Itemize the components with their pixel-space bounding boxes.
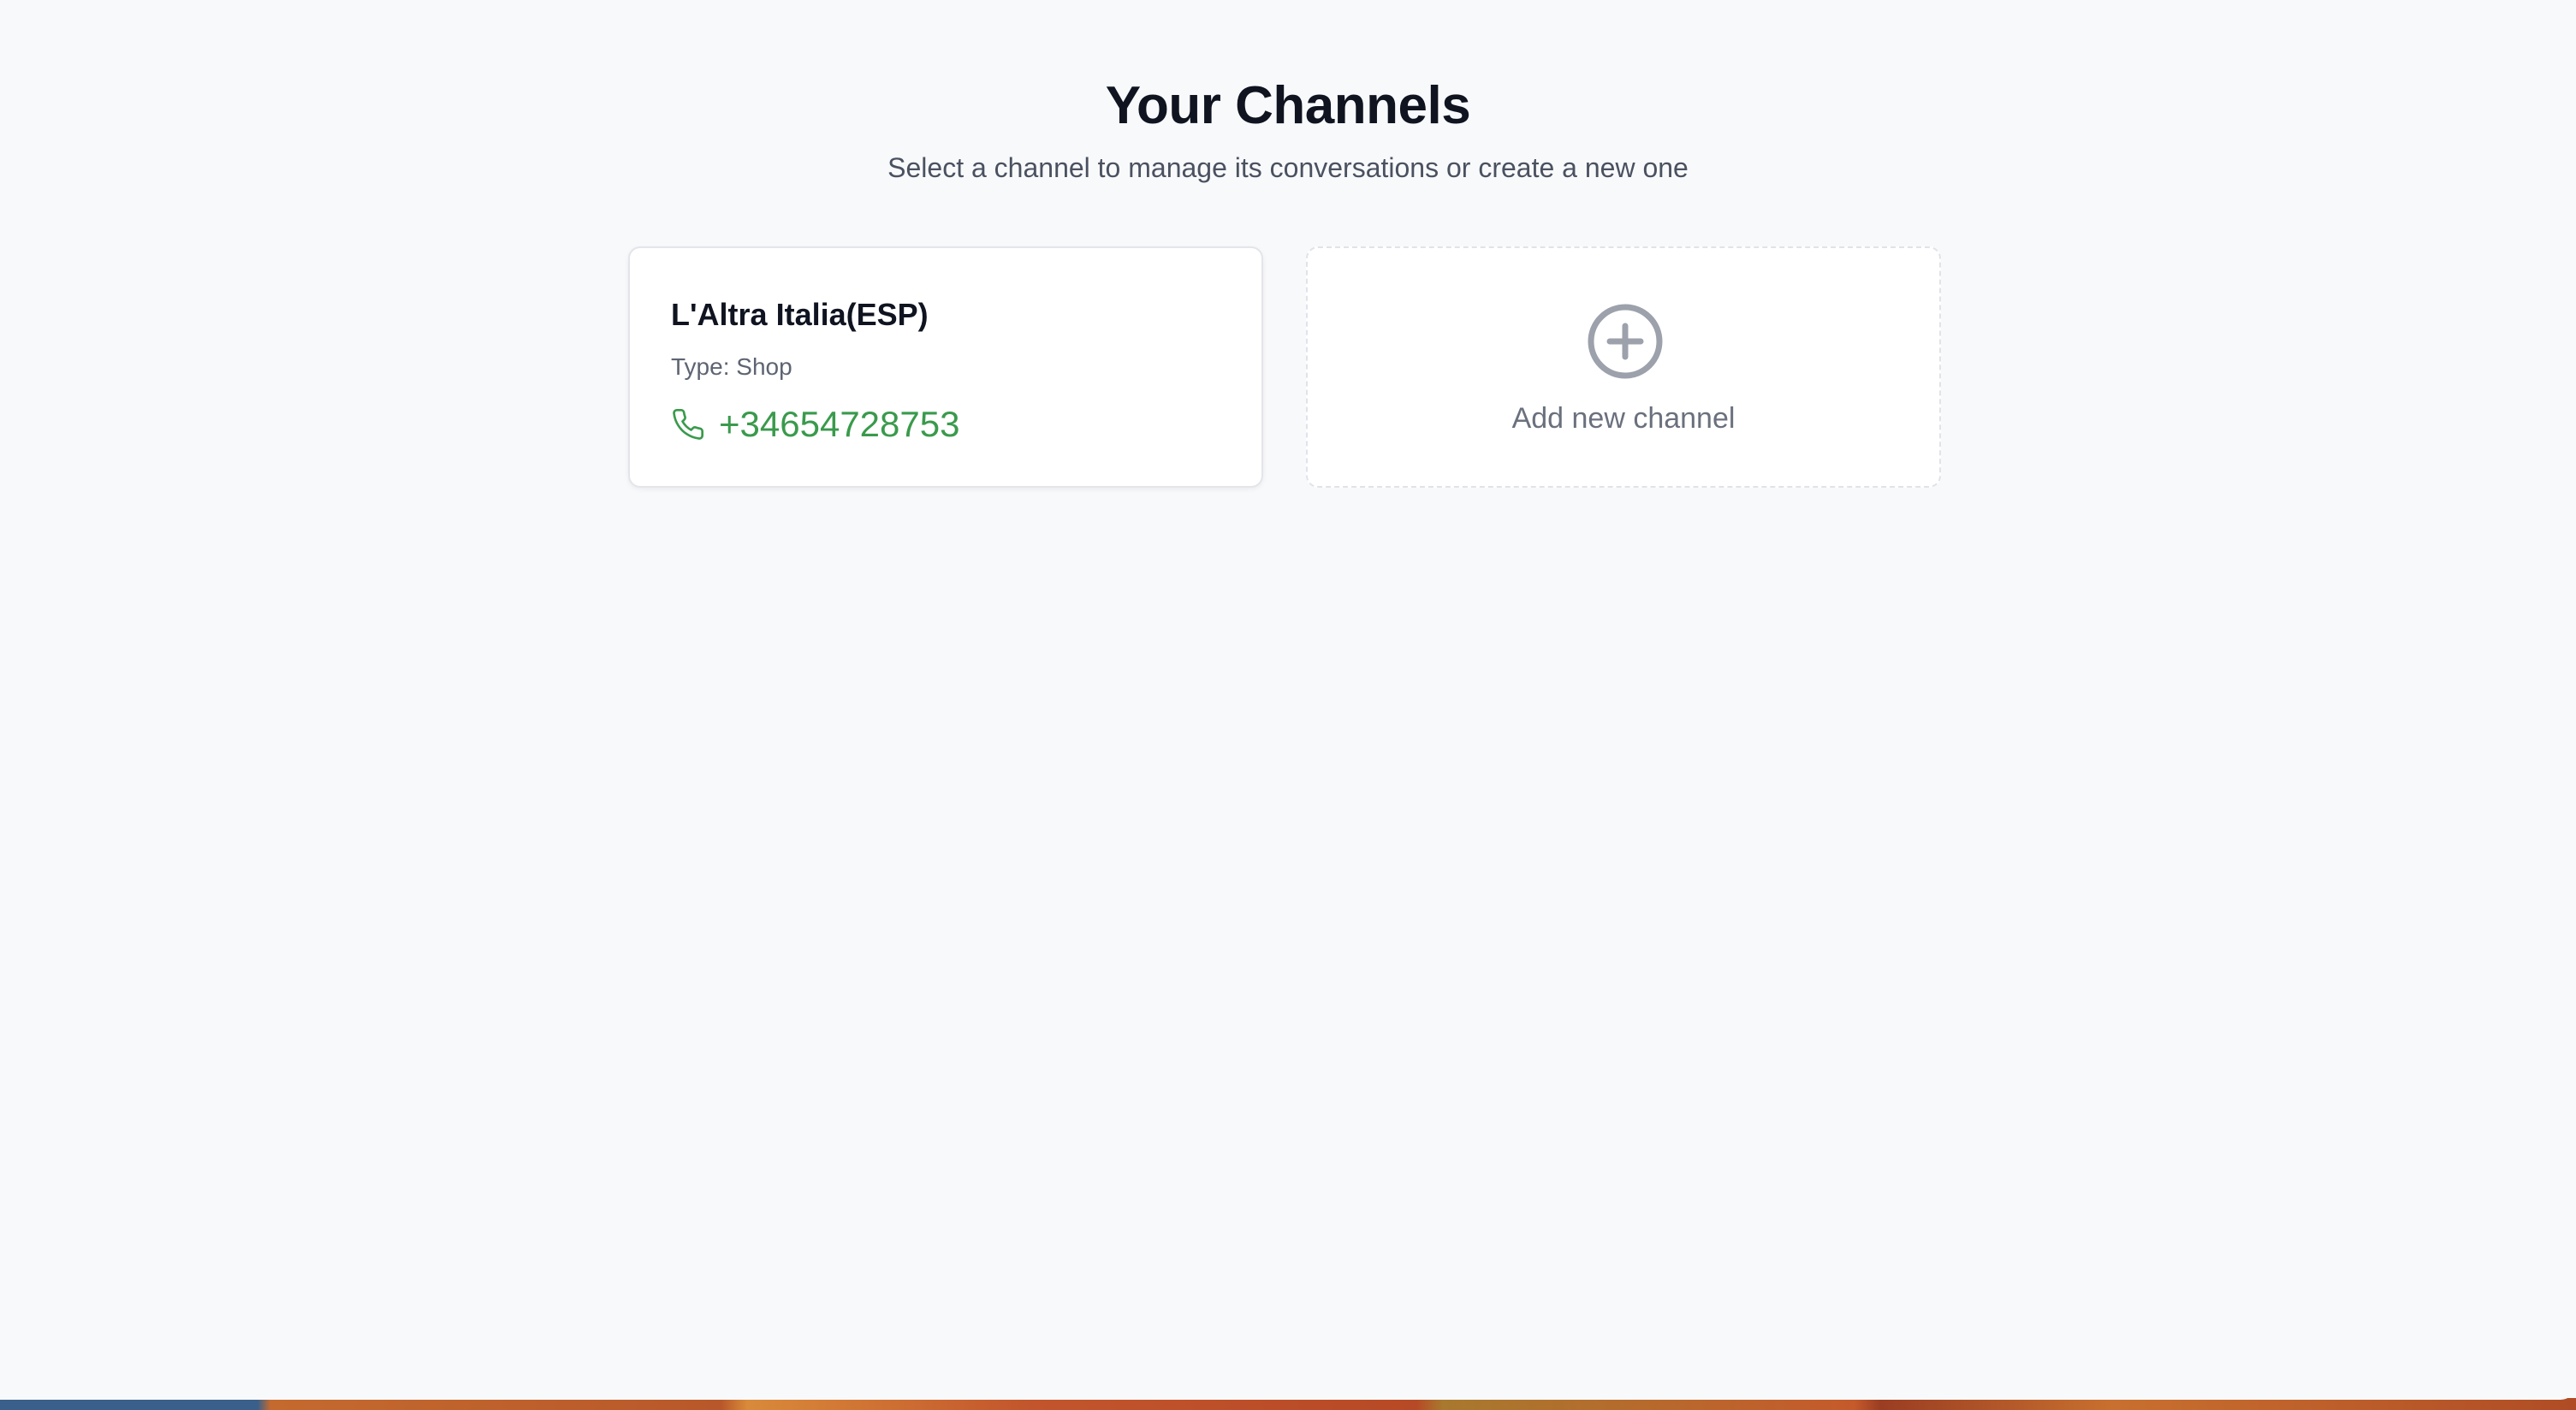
add-channel-label: Add new channel — [1511, 402, 1736, 435]
channel-phone-number: +34654728753 — [719, 404, 960, 444]
channel-card[interactable]: L'Altra Italia(ESP) Type: Shop +34654728… — [628, 246, 1263, 488]
page-subtitle: Select a channel to manage its conversat… — [887, 152, 1689, 183]
phone-icon — [671, 407, 705, 441]
channel-type: Type: Shop — [671, 353, 792, 380]
channel-name: L'Altra Italia(ESP) — [671, 297, 929, 332]
channels-page: Your Channels Select a channel to manage… — [0, 0, 2576, 1400]
channel-phone-row: +34654728753 — [671, 400, 959, 448]
channel-cards-grid: L'Altra Italia(ESP) Type: Shop +34654728… — [628, 246, 1943, 489]
desktop-wallpaper-strip — [0, 1398, 2576, 1410]
page-title: Your Channels — [1105, 76, 1471, 135]
page-header: Your Channels Select a channel to manage… — [0, 74, 2576, 185]
plus-circle-icon — [1587, 303, 1664, 380]
add-channel-card[interactable]: Add new channel — [1306, 246, 1941, 488]
